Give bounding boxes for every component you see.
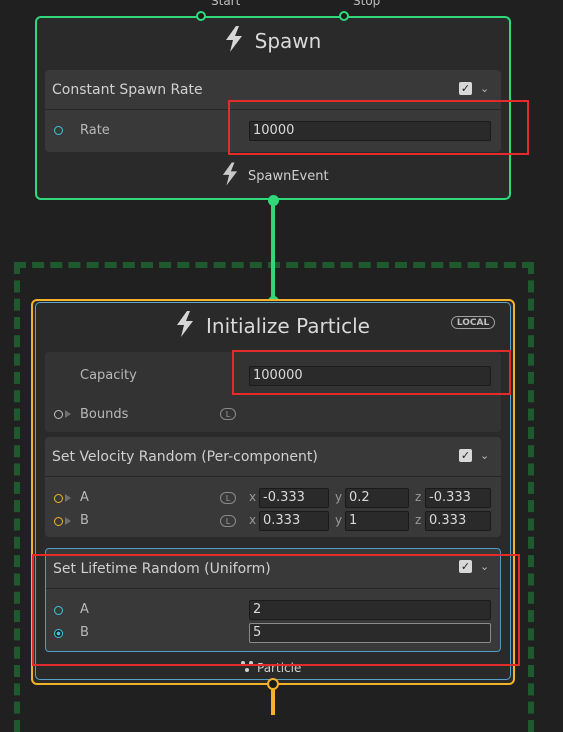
velocity-b-z-input[interactable]: 0.333 xyxy=(425,511,491,531)
velocity-a-y-axis-label: y xyxy=(335,490,343,504)
particle-flow-line xyxy=(271,688,275,715)
velocity-b-y-axis-label: y xyxy=(335,513,343,527)
capacity-label: Capacity xyxy=(80,368,137,383)
velocity-a-space-badge[interactable]: L xyxy=(220,492,236,504)
spawn-node-title: Spawn xyxy=(254,29,322,53)
lightning-bolt-icon xyxy=(176,310,194,342)
velocity-b-space-badge[interactable]: L xyxy=(220,515,236,527)
capacity-highlight-box xyxy=(232,350,511,395)
chevron-down-icon[interactable]: ⌄ xyxy=(480,449,489,462)
bounds-space-badge[interactable]: L xyxy=(220,408,236,420)
stop-port-label: Stop xyxy=(353,0,381,8)
initialize-node-title: Initialize Particle xyxy=(206,314,370,338)
velocity-b-slot[interactable] xyxy=(54,517,63,526)
initialize-title-row: Initialize Particle xyxy=(31,310,515,342)
start-port[interactable] xyxy=(196,11,206,21)
constant-spawn-rate-title: Constant Spawn Rate xyxy=(52,81,203,98)
velocity-b-z-axis-label: z xyxy=(415,513,422,527)
velocity-a-label: A xyxy=(80,490,89,505)
set-velocity-random-header[interactable]: Set Velocity Random (Per-component) xyxy=(45,437,501,477)
local-space-badge[interactable]: LOCAL xyxy=(451,316,495,329)
spawn-event-output-port[interactable] xyxy=(268,195,279,206)
particle-output-port[interactable] xyxy=(267,678,279,690)
start-port-label: Start xyxy=(211,0,241,8)
bounds-expand-icon[interactable] xyxy=(65,410,71,418)
rate-highlight-box xyxy=(228,100,529,155)
velocity-a-x-axis-label: x xyxy=(249,490,257,504)
velocity-a-x-input[interactable]: -0.333 xyxy=(259,488,329,508)
stop-port[interactable] xyxy=(339,11,349,21)
chevron-down-icon[interactable]: ⌄ xyxy=(480,82,489,95)
velocity-b-expand-icon[interactable] xyxy=(65,517,71,525)
set-velocity-random-block[interactable]: Set Velocity Random (Per-component) ✓ ⌄ … xyxy=(45,437,501,537)
flow-connection-line xyxy=(271,200,275,301)
lightning-bolt-icon xyxy=(222,162,238,190)
bounds-slot[interactable] xyxy=(54,410,63,419)
velocity-b-x-axis-label: x xyxy=(249,513,257,527)
velocity-b-y-input[interactable]: 1 xyxy=(345,511,409,531)
velocity-a-slot[interactable] xyxy=(54,494,63,503)
set-velocity-random-title: Set Velocity Random (Per-component) xyxy=(52,448,318,465)
bounds-label: Bounds xyxy=(80,407,129,422)
rate-label: Rate xyxy=(80,123,110,138)
set-velocity-random-enable-checkbox[interactable]: ✓ xyxy=(459,449,472,462)
lifetime-highlight-box xyxy=(32,554,520,666)
velocity-a-expand-icon[interactable] xyxy=(65,494,71,502)
lightning-bolt-icon xyxy=(225,25,243,57)
spawn-output-row: SpawnEvent xyxy=(222,162,329,190)
spawn-title-row: Spawn xyxy=(35,25,511,57)
spawn-event-label: SpawnEvent xyxy=(248,168,329,184)
rate-slot[interactable] xyxy=(54,126,63,135)
velocity-b-label: B xyxy=(80,513,89,528)
constant-spawn-rate-enable-checkbox[interactable]: ✓ xyxy=(459,82,472,95)
velocity-a-z-axis-label: z xyxy=(415,490,422,504)
velocity-a-y-input[interactable]: 0.2 xyxy=(345,488,409,508)
velocity-a-z-input[interactable]: -0.333 xyxy=(425,488,491,508)
velocity-b-x-input[interactable]: 0.333 xyxy=(259,511,329,531)
